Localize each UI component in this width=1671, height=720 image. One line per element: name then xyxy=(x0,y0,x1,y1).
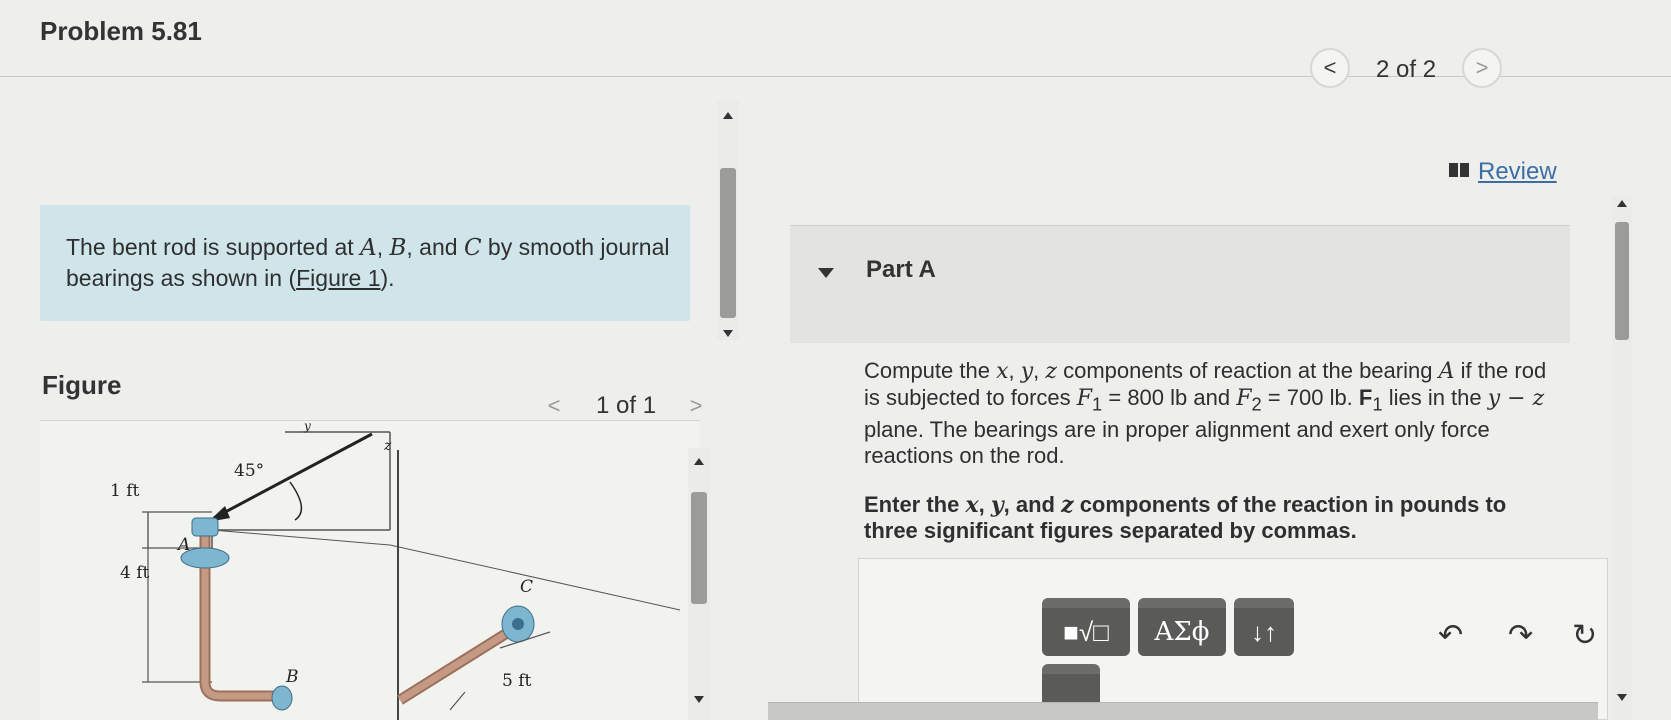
answer-input-area[interactable] xyxy=(858,558,1608,720)
right-scroll-down-icon[interactable] xyxy=(1617,694,1627,701)
figure-link[interactable]: Figure 1 xyxy=(296,265,380,291)
point-b-label: B xyxy=(285,667,299,687)
reset-icon[interactable]: ↻ xyxy=(1572,618,1597,653)
dim-1ft-label: 1 ft xyxy=(110,481,140,501)
problem-statement: Compute the x, y, z components of reacti… xyxy=(864,358,1547,469)
vector-arrows-icon: ↓↑ xyxy=(1251,616,1277,647)
axis-y-label: y xyxy=(303,420,311,433)
bent-rod-figure: 1 ft 4 ft 45° A B C 5 ft z y xyxy=(110,420,681,720)
intro-text: The bent rod is supported at A, B, and C… xyxy=(66,234,670,291)
symbols-button[interactable]: ΑΣϕ xyxy=(1138,598,1226,656)
prev-problem-button[interactable]: < xyxy=(1310,48,1350,88)
scroll-down-icon[interactable] xyxy=(723,330,733,337)
axis-z-label: z xyxy=(383,438,392,454)
part-a-header[interactable] xyxy=(790,225,1570,343)
problem-title: Problem 5.81 xyxy=(40,16,202,46)
point-c-label: C xyxy=(520,577,533,597)
right-scroll-thumb[interactable] xyxy=(1615,222,1629,340)
radical-template-icon: ■√□ xyxy=(1063,616,1109,647)
figure-label: Figure xyxy=(42,370,122,400)
redo-icon[interactable]: ↷ xyxy=(1508,618,1533,653)
intro-scroll-thumb[interactable] xyxy=(720,168,736,318)
figure-scroll-down-icon[interactable] xyxy=(694,696,704,703)
chevron-right-icon: > xyxy=(1475,55,1489,80)
review-link[interactable]: Review xyxy=(1478,158,1557,186)
undo-icon[interactable]: ↶ xyxy=(1438,618,1463,653)
chevron-left-icon: < xyxy=(1323,55,1337,80)
figure-scroll-thumb[interactable] xyxy=(691,492,707,604)
book-icon xyxy=(1449,163,1469,177)
horizontal-scrollbar[interactable] xyxy=(768,702,1598,720)
figure-pager-text: 1 of 1 xyxy=(596,392,657,419)
chevron-right-icon: > xyxy=(689,393,703,418)
dim-4ft-label: 4 ft xyxy=(120,563,150,583)
next-problem-button[interactable]: > xyxy=(1462,48,1502,88)
dim-5ft-label: 5 ft xyxy=(502,671,532,691)
part-a-label: Part A xyxy=(866,256,936,283)
vector-button[interactable]: ↓↑ xyxy=(1234,598,1294,656)
greek-symbols-icon: ΑΣϕ xyxy=(1154,617,1210,647)
point-a-label: A xyxy=(176,535,190,555)
answer-instruction: Enter the x, y, and z components of the … xyxy=(864,492,1507,543)
right-scroll-up-icon[interactable] xyxy=(1617,200,1627,207)
chevron-left-icon: < xyxy=(547,393,561,418)
collapse-caret-icon[interactable] xyxy=(818,268,834,278)
scroll-up-icon[interactable] xyxy=(723,112,733,119)
problem-pager-text: 2 of 2 xyxy=(1376,56,1437,83)
angle-label: 45° xyxy=(234,461,264,481)
figure-scroll-up-icon[interactable] xyxy=(694,458,704,465)
templates-button[interactable]: ■√□ xyxy=(1042,598,1130,656)
